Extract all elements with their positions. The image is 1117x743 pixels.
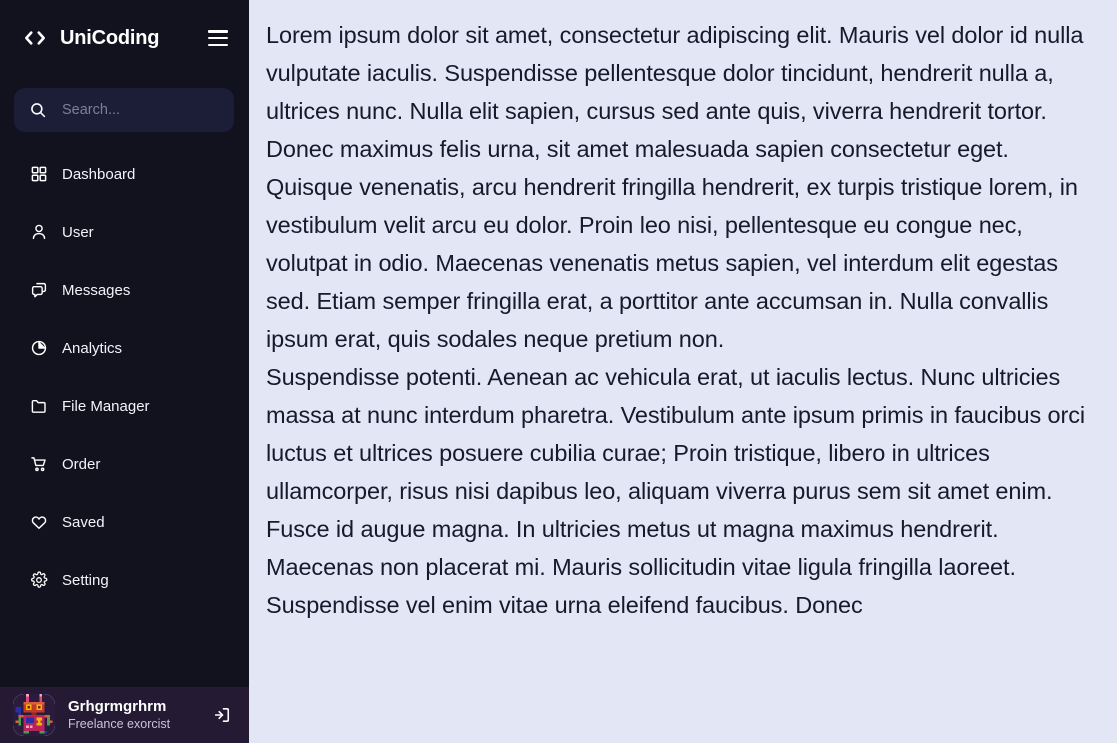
search-box[interactable] (14, 88, 234, 132)
app-root: UniCoding Search... Dashboard User Messa… (0, 0, 1117, 743)
paragraph: Lorem ipsum dolor sit amet, consectetur … (266, 22, 1084, 352)
search-input[interactable] (62, 102, 220, 118)
sidebar-item-label: User (62, 223, 94, 241)
folder-icon (29, 397, 48, 416)
search-icon (28, 100, 48, 120)
sidebar-item-saved[interactable]: Saved (0, 493, 249, 551)
sidebar-item-label: File Manager (62, 397, 150, 415)
sidebar-item-label: Dashboard (62, 165, 136, 183)
profile-footer[interactable]: Grhgrmgrhrm Freelance exorcist (0, 687, 249, 743)
profile-name: Grhgrmgrhrm (68, 698, 167, 716)
sidebar: UniCoding Search... Dashboard User Messa… (0, 0, 249, 743)
sidebar-item-label: Saved (62, 513, 105, 531)
sidebar-item-setting[interactable]: Setting (0, 551, 249, 609)
sidebar-item-label: Analytics (62, 339, 123, 357)
shopping-cart-icon (29, 455, 48, 474)
content-area: Lorem ipsum dolor sit amet, consectetur … (249, 0, 1117, 743)
grid-icon (29, 165, 48, 184)
code-brackets-icon (22, 25, 48, 51)
hamburger-menu-icon[interactable] (208, 30, 228, 46)
sidebar-nav: Dashboard User Messages Analytics File M… (0, 145, 249, 687)
gear-icon (29, 571, 48, 590)
sidebar-item-messages[interactable]: Messages (0, 261, 249, 319)
paragraph: Suspendisse potenti. Aenean ac vehicula … (266, 364, 1086, 618)
sidebar-item-label: Setting (62, 571, 109, 589)
heart-icon (29, 513, 48, 532)
sidebar-header: UniCoding (0, 0, 249, 76)
pixel-robot-avatar (13, 694, 55, 736)
chat-bubbles-icon (29, 281, 48, 300)
sidebar-item-file-manager[interactable]: File Manager (0, 377, 249, 435)
sidebar-item-order[interactable]: Order (0, 435, 249, 493)
sidebar-item-label: Order (62, 455, 101, 473)
sidebar-item-label: Messages (62, 281, 131, 299)
brand-name: UniCoding (60, 26, 160, 49)
pie-chart-icon (29, 339, 48, 358)
profile-role: Freelance exorcist (68, 717, 171, 732)
sidebar-item-dashboard[interactable]: Dashboard (0, 145, 249, 203)
sidebar-item-user[interactable]: User (0, 203, 249, 261)
sidebar-item-analytics[interactable]: Analytics (0, 319, 249, 377)
user-icon (29, 223, 48, 242)
logout-icon[interactable] (211, 704, 233, 726)
profile-info: Grhgrmgrhrm Freelance exorcist (68, 698, 211, 732)
